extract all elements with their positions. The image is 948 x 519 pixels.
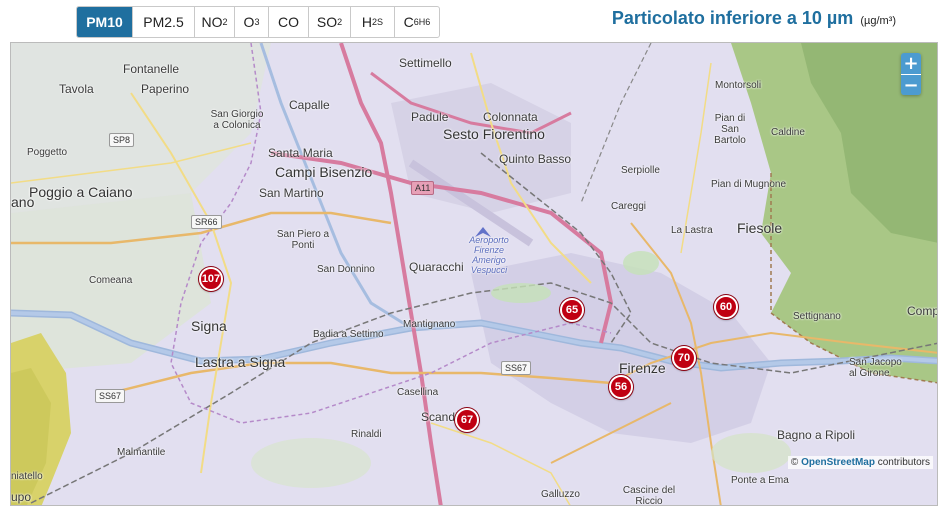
station-marker[interactable]: 70 <box>672 346 696 370</box>
place-label: Pian di San Bartolo <box>714 113 746 146</box>
place-label: niatello <box>11 471 43 482</box>
place-label: Capalle <box>289 98 330 112</box>
place-label: Casellina <box>397 387 439 398</box>
road-label: A11 <box>411 181 435 195</box>
place-label: San Jacopo al Girone <box>849 357 902 379</box>
place-label: La Lastra <box>671 225 713 236</box>
pollutant-unit: (µg/m³) <box>860 15 896 27</box>
station-marker[interactable]: 65 <box>560 298 584 322</box>
place-label: San Piero a Ponti <box>276 229 330 251</box>
place-label: San Martino <box>259 186 324 200</box>
place-label: Badia a Settimo <box>313 329 384 340</box>
road-label: SP8 <box>109 133 135 147</box>
place-label: Firenze <box>619 360 666 376</box>
place-label: Colonnata <box>483 110 538 124</box>
place-label: Campi Bisenzio <box>275 164 373 180</box>
road-label: SS67 <box>501 361 532 375</box>
tab-no2[interactable]: NO 2 <box>195 7 235 37</box>
attribution-text: contributors <box>877 457 930 468</box>
place-label: Comeana <box>89 275 133 286</box>
place-label: Quinto Basso <box>499 152 572 166</box>
place-label: Rinaldi <box>351 429 382 440</box>
station-marker[interactable]: 67 <box>455 408 479 432</box>
place-label: Pian di Mugnone <box>711 179 787 190</box>
air-quality-app: PM10 PM2.5 NO 2 O3 CO SO 2 H 2S C 6H6 Partic… <box>0 0 948 519</box>
tab-h2s[interactable]: H 2S <box>351 7 395 37</box>
pollutant-tabs: PM10 PM2.5 NO 2 O3 CO SO 2 H 2S C 6H6 <box>76 6 440 38</box>
station-marker[interactable]: 56 <box>609 375 633 399</box>
road-label: SS67 <box>95 389 126 403</box>
pollutant-heading: Particolato inferiore a 10 µm (µg/m³) <box>612 8 896 29</box>
place-label: Padule <box>411 110 449 124</box>
place-label: Serpiolle <box>621 165 660 176</box>
place-label: ano <box>11 194 35 210</box>
tab-c6h6[interactable]: C 6H6 <box>395 7 439 37</box>
place-label: Caldine <box>771 127 805 138</box>
place-label: Poggetto <box>27 147 68 158</box>
tab-pm25[interactable]: PM2.5 <box>133 7 195 37</box>
place-label: Lastra a Signa <box>195 354 286 370</box>
copyright-symbol: © <box>790 457 799 468</box>
place-label: Settimello <box>399 56 452 70</box>
place-label: Sesto Fiorentino <box>443 126 545 142</box>
place-label: Bagno a Ripoli <box>777 428 856 442</box>
station-marker[interactable]: 60 <box>714 295 738 319</box>
pollutant-title: Particolato inferiore a 10 µm <box>611 8 854 28</box>
map-view[interactable]: Fontanelle Tavola Paperino Settimello Ca… <box>10 42 938 506</box>
place-label: Careggi <box>611 201 647 212</box>
tab-pm10[interactable]: PM10 <box>77 7 133 37</box>
place-label: Fontanelle <box>123 62 180 76</box>
place-label: Signa <box>191 318 227 334</box>
place-label: Quaracchi <box>409 260 464 274</box>
place-label: Mantignano <box>403 319 456 330</box>
tab-co[interactable]: CO <box>269 7 309 37</box>
place-label: Malmantile <box>117 447 166 458</box>
place-label: Paperino <box>141 82 190 96</box>
zoom-in-button[interactable]: + <box>901 53 921 74</box>
place-label: Montorsoli <box>715 80 762 91</box>
place-label: Settignano <box>793 311 841 322</box>
place-label: upo <box>11 490 32 504</box>
station-marker[interactable]: 107 <box>199 267 223 291</box>
place-label: Fiesole <box>737 220 783 236</box>
map-attribution: © OpenStreetMap contributors <box>787 456 933 469</box>
tab-o3[interactable]: O3 <box>235 7 269 37</box>
place-label: Comp <box>907 304 938 318</box>
tab-so2[interactable]: SO 2 <box>309 7 351 37</box>
place-label: Galluzzo <box>541 489 580 500</box>
place-label: Santa Maria <box>268 146 333 160</box>
airport-label: Aeroporto Firenze Amerigo Vespucci <box>469 235 509 275</box>
zoom-control: + − <box>901 53 921 95</box>
road-label: SR66 <box>191 215 222 229</box>
place-label: Cascine del Riccio <box>622 485 676 506</box>
openstreetmap-link[interactable]: OpenStreetMap <box>801 457 875 468</box>
place-label: San Giorgio a Colonica <box>210 109 264 131</box>
place-label: Poggio a Caiano <box>29 184 133 200</box>
place-label: Ponte a Ema <box>731 475 789 486</box>
zoom-out-button[interactable]: − <box>901 74 921 95</box>
place-label: San Donnino <box>317 264 375 275</box>
place-label: Tavola <box>59 82 94 96</box>
